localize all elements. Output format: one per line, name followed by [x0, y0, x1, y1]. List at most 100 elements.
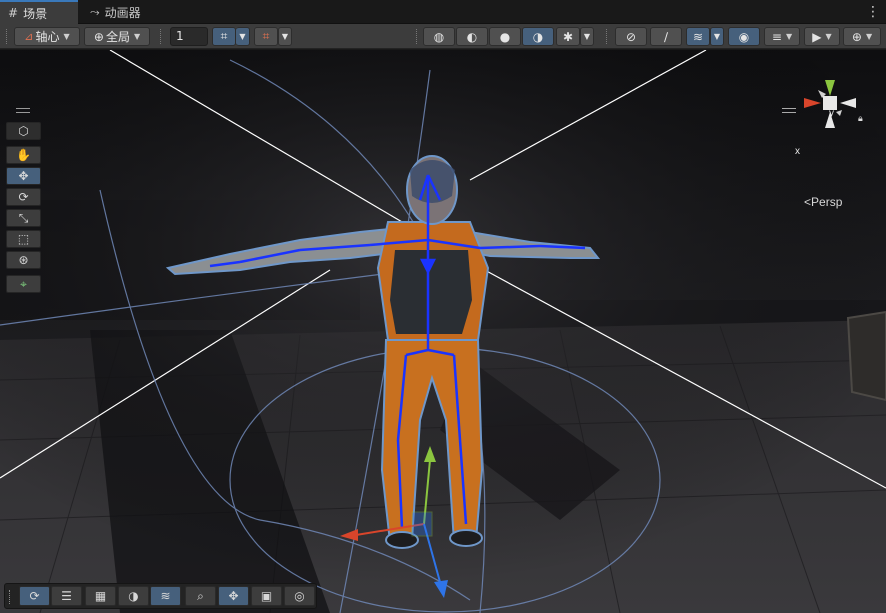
- custom-tool-icon: ⌖: [20, 276, 27, 291]
- chevron-down-icon: ▼: [583, 32, 591, 41]
- shaded-button[interactable]: ●: [489, 27, 521, 46]
- move-tool-button[interactable]: ✥: [6, 167, 41, 185]
- chevron-down-icon: ▼: [713, 32, 721, 41]
- tab-scene-label: 场景: [23, 6, 48, 21]
- rotate-icon: ⟳: [18, 190, 29, 204]
- bug-icon: ✱: [562, 29, 574, 44]
- chevron-down-icon: ▼: [133, 32, 141, 41]
- wireframe-sphere-icon: ◍: [433, 29, 445, 44]
- view-tool-button[interactable]: ✋: [6, 146, 41, 164]
- move-arrows-icon: ✥: [18, 169, 29, 183]
- toolbar-grip: [160, 29, 162, 44]
- transform-globe-icon: ⊛: [18, 253, 29, 267]
- settings-sliders-button[interactable]: ☰: [51, 586, 82, 606]
- chevron-down-icon: ▼: [865, 32, 873, 41]
- scene-view-window: # 场景 ⤳ 动画器 ⋮ ⊿ 轴心 ▼ ⊕ 全局 ▼ 1 ⌗ ▼ ⌗ ▼ ◍ ◐…: [0, 0, 886, 613]
- 2d-toggle-button[interactable]: ⊘: [615, 27, 647, 46]
- tools-overlay-grip[interactable]: [16, 108, 30, 113]
- more-options-icon[interactable]: ⋮: [866, 4, 880, 20]
- scale-icon: ⤡: [18, 210, 29, 225]
- layers-effects-icon: ≋: [692, 29, 704, 44]
- refresh-button[interactable]: ⟳: [19, 586, 50, 606]
- custom-tool-button[interactable]: ⌖: [6, 275, 41, 293]
- increment-snap-toggle[interactable]: ⌗: [254, 27, 278, 46]
- global-label: 全局: [105, 30, 130, 44]
- chevron-down-icon: ▼: [63, 32, 70, 41]
- lit-sphere-icon: ◑: [532, 29, 544, 44]
- magnet-grid-icon: ⌗: [262, 29, 270, 43]
- debug-draw-mode-button[interactable]: ✱: [556, 27, 580, 46]
- tab-bar: # 场景 ⤳ 动画器 ⋮: [0, 0, 886, 24]
- shaded-wire-sphere-icon: ◐: [466, 29, 478, 44]
- wireframe-shading-button[interactable]: ◍: [423, 27, 455, 46]
- transform-tool-button[interactable]: ⊛: [6, 251, 41, 269]
- grid-size-input[interactable]: 1: [170, 27, 208, 46]
- gizmos-dropdown[interactable]: ⊕ ▼: [843, 27, 881, 46]
- grid-snap-dropdown[interactable]: ▼: [236, 27, 250, 46]
- grid-icon: #: [8, 6, 19, 20]
- debug-draw-dropdown[interactable]: ▼: [580, 27, 594, 46]
- tab-scene[interactable]: # 场景: [0, 0, 78, 24]
- lighting-overlay-button[interactable]: ◑: [118, 586, 149, 606]
- tab-animator[interactable]: ⤳ 动画器: [82, 0, 162, 24]
- compass-icon: ◎: [294, 589, 305, 603]
- grid-overlay-button[interactable]: ▦: [85, 586, 116, 606]
- effects-toggle-button[interactable]: ≋: [686, 27, 710, 46]
- globe-icon: ⊕: [93, 29, 104, 44]
- gizmos-globe-icon: ⊕: [851, 29, 862, 44]
- projection-text: Persp: [811, 195, 843, 209]
- bottom-overlay-toolbar: ⟳ ☰ ▦ ◑ ≋ ⌕ ✥ ▣ ◎: [4, 583, 317, 609]
- camera-preview-icon: ▣: [260, 589, 273, 603]
- crate: [846, 310, 886, 402]
- global-dropdown[interactable]: ⊕ 全局 ▼: [84, 27, 150, 46]
- 2d-mode-icon: ⊘: [625, 29, 637, 44]
- scene-render: [0, 50, 886, 613]
- toolbar-grip: [606, 29, 608, 44]
- gizmo-y-label: y: [829, 108, 834, 119]
- camera-overlay-button[interactable]: ▣: [251, 586, 282, 606]
- rect-tool-button[interactable]: ⬚: [6, 230, 41, 248]
- toolbar-grip: [416, 29, 418, 44]
- layers-overlay-button[interactable]: ≋: [150, 586, 181, 606]
- toolbar-grip[interactable]: [6, 29, 8, 44]
- grid-snap-toggle[interactable]: ⌗: [212, 27, 236, 46]
- move-cross-icon: ✥: [228, 589, 239, 603]
- pivot-icon: ⊿: [24, 30, 34, 43]
- grid-pattern-icon: ▦: [94, 589, 107, 603]
- pivot-dropdown[interactable]: ⊿ 轴心 ▼: [14, 27, 80, 46]
- lit-mode-button[interactable]: ◑: [522, 27, 554, 46]
- pivot-label: 轴心: [35, 30, 60, 44]
- navigation-button[interactable]: ◎: [284, 586, 315, 606]
- layers-icon: ≡: [771, 29, 782, 44]
- eye-icon: ◉: [738, 29, 750, 44]
- chevron-down-icon: ▼: [239, 32, 246, 41]
- layers-stack-icon: ≋: [160, 589, 171, 603]
- shaded-wireframe-button[interactable]: ◐: [456, 27, 488, 46]
- increment-snap-dropdown[interactable]: ▼: [278, 27, 292, 46]
- light-off-icon: ∕: [663, 29, 669, 44]
- scale-tool-button[interactable]: ⤡: [6, 209, 41, 227]
- search-button[interactable]: ⌕: [185, 586, 216, 606]
- gizmo-grip[interactable]: [782, 108, 796, 113]
- camera-icon: ▶: [812, 29, 822, 44]
- cube-icon: ⬡: [18, 124, 29, 138]
- back-arrow-icon: <: [804, 195, 812, 209]
- scene-viewport[interactable]: 🔒︎ y x <Persp ⬡ ✋ ✥ ⟳ ⤡ ⬚ ⊛ ⌖ ⟳ ☰ ▦ ◑ ≋ …: [0, 50, 886, 613]
- layers-dropdown[interactable]: ≡ ▼: [764, 27, 800, 46]
- chevron-down-icon: ▼: [785, 32, 793, 41]
- camera-dropdown[interactable]: ▶ ▼: [804, 27, 840, 46]
- rotate-tool-button[interactable]: ⟳: [6, 188, 41, 206]
- effects-dropdown[interactable]: ▼: [710, 27, 724, 46]
- scene-visibility-toggle[interactable]: ◉: [728, 27, 760, 46]
- lighting-toggle-button[interactable]: ∕: [650, 27, 682, 46]
- bottom-toolbar-grip[interactable]: [9, 590, 11, 604]
- solid-sphere-icon: ●: [499, 29, 511, 44]
- move-overlay-button[interactable]: ✥: [218, 586, 249, 606]
- lock-icon[interactable]: 🔒︎: [858, 114, 863, 124]
- view-cube-button[interactable]: ⬡: [6, 122, 41, 140]
- projection-label[interactable]: <Persp: [804, 195, 842, 209]
- gizmo-x-label: x: [795, 146, 800, 157]
- search-icon: ⌕: [197, 588, 204, 603]
- hand-icon: ✋: [16, 148, 31, 162]
- sliders-icon: ☰: [61, 589, 72, 603]
